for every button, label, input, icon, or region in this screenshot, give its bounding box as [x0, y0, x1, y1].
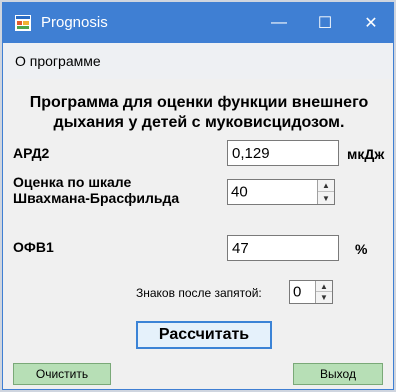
- clear-button[interactable]: Очистить: [13, 363, 111, 385]
- ard2-value: 0,129: [232, 144, 270, 162]
- shwachman-stepper[interactable]: 40 ▲ ▼: [227, 179, 335, 205]
- shwachman-spin-buttons: ▲ ▼: [317, 180, 334, 204]
- decimals-spin-buttons: ▲ ▼: [315, 281, 332, 303]
- ard2-unit: мкДж: [347, 146, 385, 162]
- app-window: Prognosis — ☐ ✕ О программе Программа дл…: [2, 2, 394, 390]
- chevron-down-icon: ▼: [322, 193, 330, 203]
- decimals-value: 0: [293, 283, 302, 301]
- calculate-button[interactable]: Рассчитать: [136, 321, 272, 349]
- maximize-button[interactable]: ☐: [303, 3, 347, 43]
- heading-line-2: дыхания у детей с муковисцидозом.: [53, 114, 345, 131]
- app-icon: [15, 15, 31, 31]
- menu-bar: О программе: [3, 43, 393, 79]
- ofv1-unit: %: [355, 241, 368, 257]
- heading-line-1: Программа для оценки функции внешнего: [29, 94, 369, 111]
- chevron-down-icon: ▼: [320, 293, 328, 302]
- exit-button[interactable]: Выход: [293, 363, 383, 385]
- page-heading: Программа для оценки функции внешнего ды…: [3, 93, 395, 133]
- menu-item-about[interactable]: О программе: [15, 53, 101, 69]
- ofv1-value: 47: [232, 239, 249, 257]
- ard2-input[interactable]: 0,129: [227, 140, 339, 166]
- chevron-up-icon: ▲: [322, 181, 330, 190]
- shwachman-label-line-2: Швахмана-Брасфильда: [13, 190, 180, 206]
- decimals-decrement-button[interactable]: ▼: [316, 292, 332, 303]
- decimals-label: Знаков после запятой:: [136, 286, 262, 300]
- chevron-up-icon: ▲: [320, 281, 328, 291]
- ofv1-input[interactable]: 47: [227, 235, 339, 261]
- title-bar[interactable]: Prognosis — ☐ ✕: [3, 3, 393, 43]
- maximize-icon: ☐: [317, 15, 333, 32]
- minimize-button[interactable]: —: [257, 3, 301, 43]
- shwachman-value: 40: [231, 183, 248, 201]
- minimize-icon: —: [271, 14, 287, 31]
- close-button[interactable]: ✕: [349, 3, 393, 43]
- shwachman-increment-button[interactable]: ▲: [318, 180, 334, 192]
- shwachman-label-line-1: Оценка по шкале: [13, 174, 132, 190]
- decimals-stepper[interactable]: 0 ▲ ▼: [289, 280, 333, 304]
- decimals-increment-button[interactable]: ▲: [316, 281, 332, 292]
- ard2-label: АРД2: [13, 145, 50, 161]
- ofv1-label: ОФВ1: [13, 239, 54, 255]
- shwachman-decrement-button[interactable]: ▼: [318, 192, 334, 204]
- shwachman-label: Оценка по шкале Швахмана-Брасфильда: [13, 174, 179, 206]
- window-title: Prognosis: [41, 14, 108, 31]
- close-icon: ✕: [364, 15, 378, 32]
